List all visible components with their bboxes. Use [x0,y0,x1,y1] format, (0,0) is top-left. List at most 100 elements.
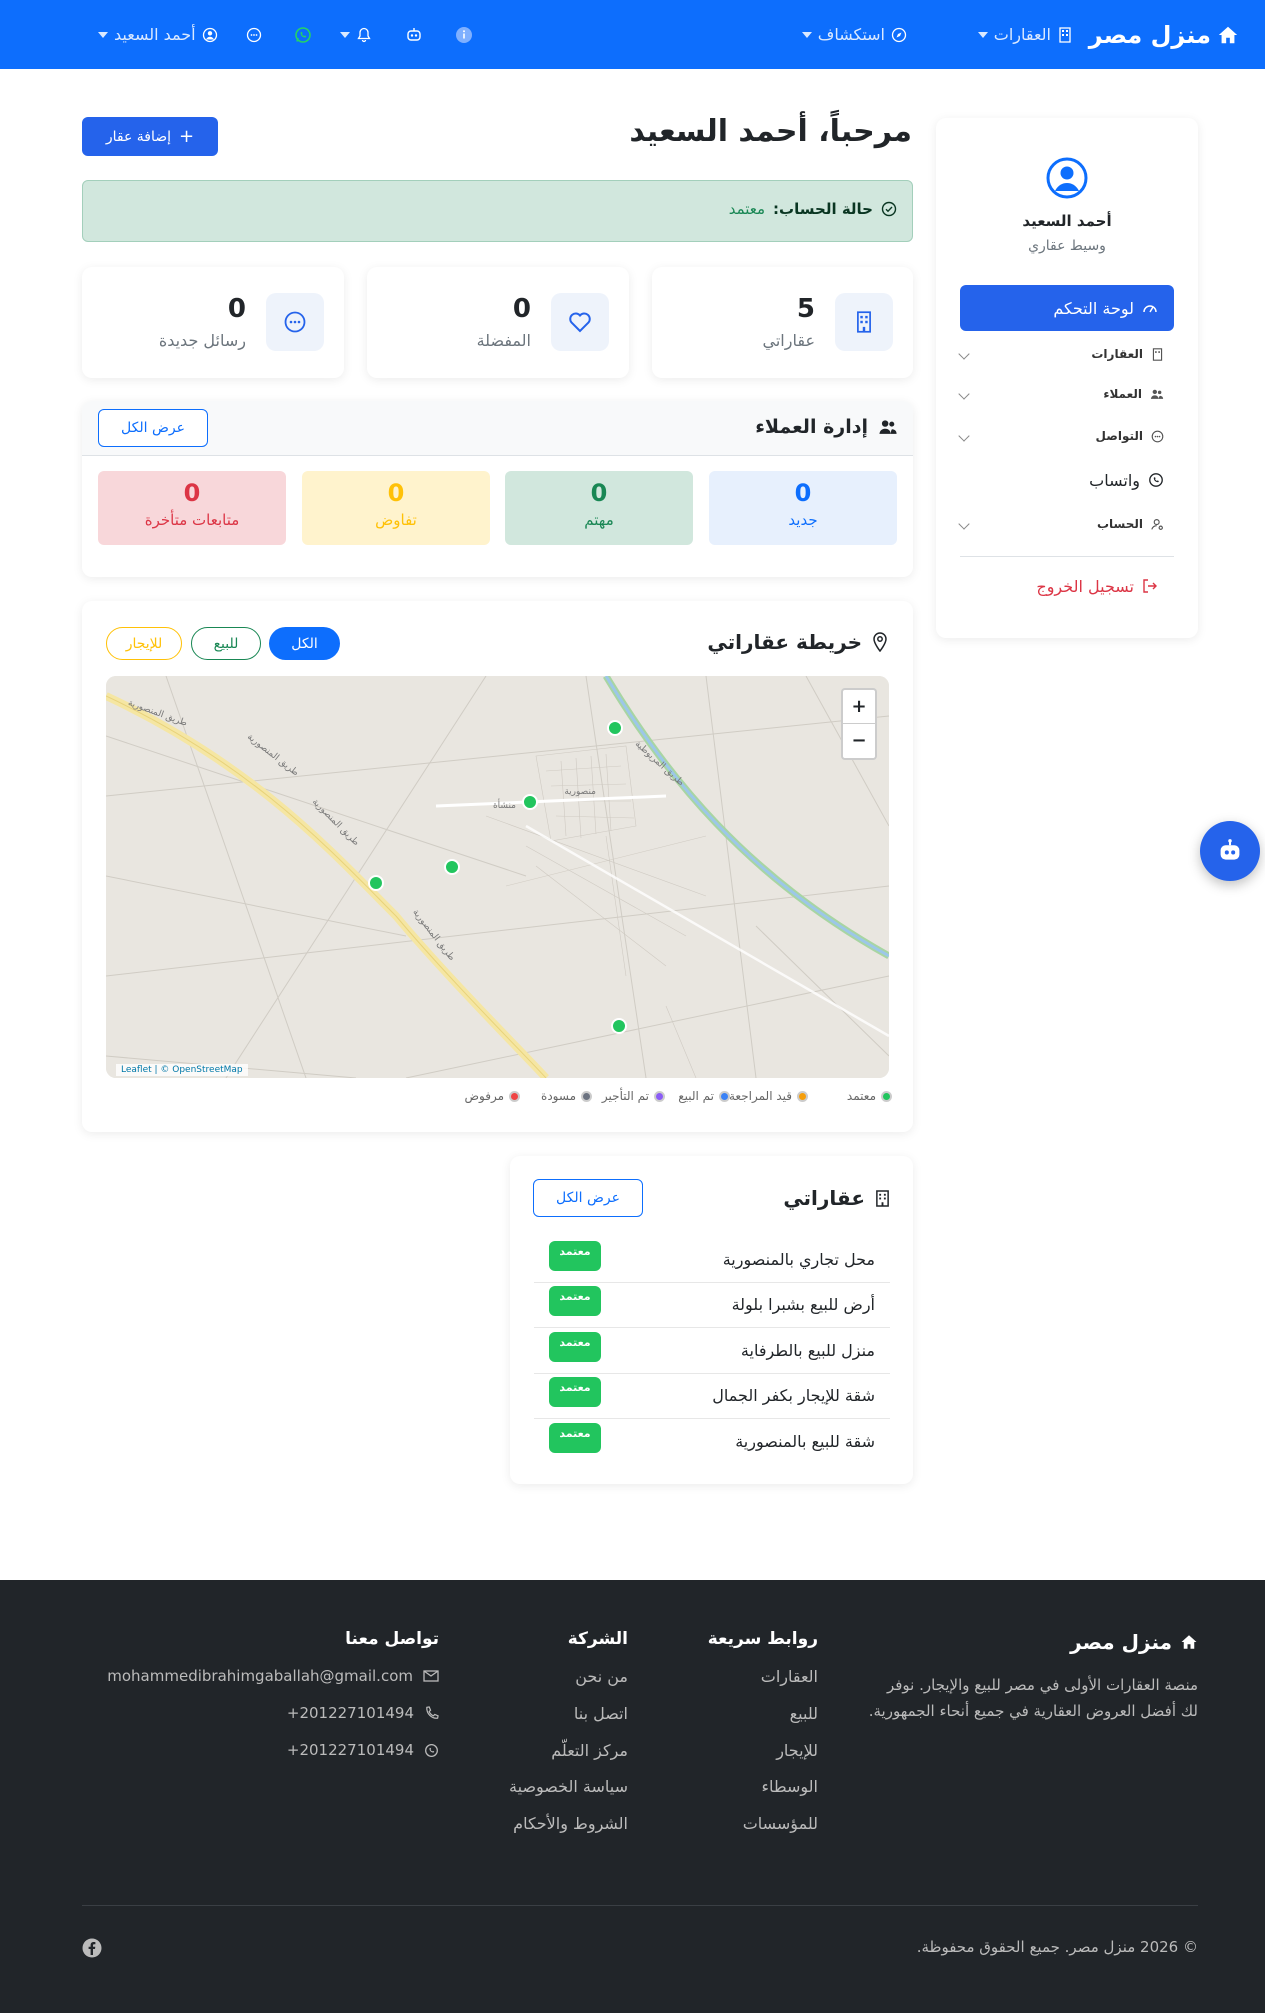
brand-link[interactable]: منزل مصر [1089,0,1239,69]
sidebar-item-label: واتساب [1089,470,1140,490]
nav-properties-dropdown[interactable]: العقارات [977,0,1073,69]
filter-rent-button[interactable]: للإيجار [106,627,182,660]
messages-button[interactable] [246,0,262,69]
property-title: شقة للإيجار بكفر الجمال [712,1386,875,1405]
property-row[interactable]: شقة للبيع بالمنصورية معتمد [534,1420,890,1465]
nav-explore-dropdown[interactable]: استكشاف [801,0,907,69]
whatsapp-icon [425,1743,438,1757]
notifications-dropdown[interactable] [340,0,372,69]
stat-card-properties[interactable]: 5 عقاراتي [652,267,913,378]
client-box-overdue[interactable]: 0 متابعات متأخرة [98,471,286,545]
footer-link[interactable]: الوسطاء [761,1777,818,1796]
property-row[interactable]: محل تجاري بالمنصورية معتمد [534,1238,890,1283]
properties-view-all-button[interactable]: عرض الكل [533,1179,643,1217]
property-row[interactable]: أرض للبيع بشبرا بلولة معتمد [534,1283,890,1328]
legend-item-approved: معتمد [847,1088,892,1104]
nav-explore-label: استكشاف [817,25,885,44]
client-count: 0 [387,479,405,507]
footer-link[interactable]: الشروط والأحكام [513,1814,628,1833]
map-marker[interactable] [522,794,538,810]
whatsapp-button[interactable] [294,0,312,69]
client-box-new[interactable]: 0 جديد [709,471,897,545]
plus-icon: + [179,125,195,147]
sidebar-item-clients[interactable]: العملاء [958,378,1174,410]
whatsapp-icon [1149,473,1163,487]
sidebar-item-account[interactable]: الحساب [958,508,1174,540]
info-button[interactable] [455,0,473,69]
zoom-in-button[interactable]: + [843,690,875,724]
client-label: جديد [788,511,818,529]
footer-link[interactable]: العقارات [761,1667,818,1686]
footer-link[interactable]: للإيجار [776,1741,818,1760]
compass-icon [891,27,907,42]
client-count: 0 [183,479,201,507]
person-gear-icon [1151,518,1163,530]
legend-dot [509,1090,520,1102]
property-title: منزل للبيع بالطرفاية [740,1341,875,1360]
stat-card-favorites[interactable]: 0 المفضلة [367,267,629,378]
my-properties-card: عقاراتي عرض الكل محل تجاري بالمنصورية مع… [510,1156,913,1484]
logout-link[interactable]: تسجيل الخروج [1036,574,1158,598]
sidebar-item-communication[interactable]: التواصل [958,420,1174,452]
property-row[interactable]: منزل للبيع بالطرفاية معتمد [534,1329,890,1374]
client-box-negotiating[interactable]: 0 تفاوض [302,471,490,545]
legend-label: معتمد [846,1089,876,1103]
chevron-down-icon [98,31,108,38]
footer-link[interactable]: اتصل بنا [574,1704,628,1723]
telephone-icon [426,1705,439,1719]
zoom-out-button[interactable]: − [843,724,875,758]
client-box-interested[interactable]: 0 مهتم [505,471,693,545]
clients-view-all-button[interactable]: عرض الكل [98,409,208,447]
legend-item-rented: تم التأجير [602,1088,665,1104]
sidebar-item-dashboard[interactable]: لوحة التحكم [960,285,1174,331]
footer-email-text: mohammedibrahimgaballah@gmail.com [107,1667,413,1685]
footer-whatsapp[interactable]: 201227101494+ [287,1741,439,1759]
chevron-down-icon [977,31,988,38]
map-canvas[interactable]: منصورية منشأة طريق المنصورية طريق المنصو… [106,676,889,1078]
sidebar-item-properties[interactable]: العقارات [958,338,1174,370]
map-marker[interactable] [611,1018,627,1034]
filter-all-button[interactable]: الكل [269,627,340,660]
footer-link[interactable]: للبيع [790,1704,818,1723]
chat-icon [1151,430,1164,442]
map-marker[interactable] [607,720,623,736]
sidebar-item-whatsapp[interactable]: واتساب [960,464,1174,496]
stat-card-messages[interactable]: 0 رسائل جديدة [82,267,344,378]
heart-icon [551,293,609,351]
property-title: محل تجاري بالمنصورية [722,1250,875,1269]
add-property-button[interactable]: + إضافة عقار [82,117,218,156]
footer-link[interactable]: من نحن [575,1667,628,1686]
status-label: حالة الحساب: [773,200,873,218]
sidebar-item-label: العملاء [1103,387,1142,401]
legend-label: تم البيع [678,1089,714,1103]
map-marker[interactable] [444,859,460,875]
legend-label: تم التأجير [601,1089,649,1103]
ai-assistant-button[interactable] [405,0,423,69]
brand-name: منزل مصر [1088,20,1211,49]
map-title: خريطة عقاراتي [707,630,888,654]
footer-phone[interactable]: 201227101494+ [287,1704,439,1722]
map-marker[interactable] [368,875,384,891]
footer-email[interactable]: mohammedibrahimgaballah@gmail.com [107,1667,439,1685]
user-menu-dropdown[interactable]: أحمد السعيد [98,0,218,69]
property-row[interactable]: شقة للإيجار بكفر الجمال معتمد [534,1374,890,1419]
sidebar-divider [960,556,1174,557]
property-title: أرض للبيع بشبرا بلولة [731,1295,875,1314]
building-icon [1059,26,1071,43]
footer-link[interactable]: مركز التعلّم [551,1741,628,1760]
chatbot-fab[interactable] [1200,821,1260,881]
client-count: 0 [590,479,608,507]
footer-link[interactable]: للمؤسسات [743,1814,818,1833]
clients-title-text: إدارة العملاء [755,416,868,438]
stat-label: المفضلة [476,331,531,350]
stat-value: 0 [512,294,531,324]
geo-pin-icon [873,632,887,652]
legend-dot [797,1090,808,1102]
facebook-link[interactable] [82,1938,102,1958]
add-property-label: إضافة عقار [105,128,172,145]
status-badge: معتمد [549,1423,601,1453]
filter-sale-button[interactable]: للبيع [191,627,261,660]
status-badge: معتمد [549,1377,601,1407]
footer-link[interactable]: سياسة الخصوصية [509,1777,628,1796]
map-attribution[interactable]: Leaflet | © OpenStreetMap [116,1064,248,1076]
